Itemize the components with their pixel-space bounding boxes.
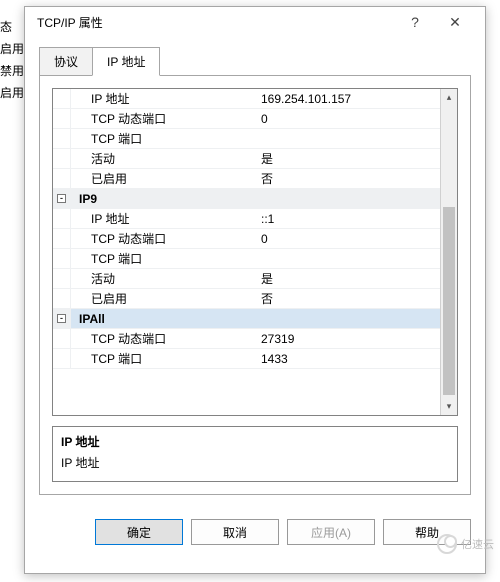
row-label: 已启用: [71, 169, 257, 188]
row-label: TCP 端口: [71, 249, 257, 268]
close-button[interactable]: ✕: [435, 14, 475, 31]
dialog-button-row: 确定 取消 应用(A) 帮助: [25, 507, 485, 545]
bg-line: 态: [0, 16, 24, 38]
scroll-down-button[interactable]: ▾: [441, 398, 457, 415]
row-value: [257, 309, 440, 328]
row-value[interactable]: 是: [257, 149, 440, 168]
row-label: TCP 动态端口: [71, 329, 257, 348]
row-gutter: [53, 249, 71, 268]
row-label: TCP 端口: [71, 349, 257, 368]
scroll-up-button[interactable]: ▴: [441, 89, 457, 106]
bg-line: 启用: [0, 38, 24, 60]
row-label: IP9: [71, 189, 257, 208]
description-box: IP 地址 IP 地址: [52, 426, 458, 482]
grid-row[interactable]: 活动是: [53, 269, 440, 289]
row-gutter: [53, 329, 71, 348]
grid-row[interactable]: 活动是: [53, 149, 440, 169]
bg-line: 启用: [0, 82, 24, 104]
grid-row[interactable]: IP 地址::1: [53, 209, 440, 229]
grid-row[interactable]: 已启用否: [53, 169, 440, 189]
bg-line: 禁用: [0, 60, 24, 82]
description-body: IP 地址: [61, 454, 449, 471]
row-value[interactable]: ::1: [257, 209, 440, 228]
description-title: IP 地址: [61, 433, 449, 450]
row-value[interactable]: [257, 129, 440, 148]
row-label: 活动: [71, 149, 257, 168]
row-label: TCP 动态端口: [71, 109, 257, 128]
grid-row[interactable]: IP 地址169.254.101.157: [53, 89, 440, 109]
row-value[interactable]: 27319: [257, 329, 440, 348]
row-gutter: [53, 129, 71, 148]
row-gutter: -: [53, 309, 71, 328]
row-gutter: -: [53, 189, 71, 208]
grid-section-header[interactable]: -IP9: [53, 189, 440, 209]
row-label: TCP 动态端口: [71, 229, 257, 248]
row-gutter: [53, 149, 71, 168]
row-gutter: [53, 229, 71, 248]
collapse-icon[interactable]: -: [57, 314, 66, 323]
vertical-scrollbar[interactable]: ▴ ▾: [440, 89, 457, 415]
row-value[interactable]: 0: [257, 109, 440, 128]
row-value[interactable]: 1433: [257, 349, 440, 368]
grid-row[interactable]: TCP 端口: [53, 129, 440, 149]
row-gutter: [53, 349, 71, 368]
tab-protocol[interactable]: 协议: [39, 47, 93, 76]
grid-row[interactable]: TCP 动态端口0: [53, 109, 440, 129]
tab-panel: IP 地址169.254.101.157TCP 动态端口0TCP 端口活动是已启…: [39, 75, 471, 495]
tab-ip-address[interactable]: IP 地址: [92, 47, 160, 76]
row-gutter: [53, 269, 71, 288]
row-value[interactable]: 否: [257, 289, 440, 308]
property-grid[interactable]: IP 地址169.254.101.157TCP 动态端口0TCP 端口活动是已启…: [52, 88, 458, 416]
row-label: TCP 端口: [71, 129, 257, 148]
row-value[interactable]: [257, 249, 440, 268]
row-label: IP 地址: [71, 89, 257, 108]
grid-row[interactable]: TCP 动态端口0: [53, 229, 440, 249]
row-label: IPAll: [71, 309, 257, 328]
row-gutter: [53, 209, 71, 228]
apply-button[interactable]: 应用(A): [287, 519, 375, 545]
grid-row[interactable]: TCP 端口1433: [53, 349, 440, 369]
row-value[interactable]: 169.254.101.157: [257, 89, 440, 108]
row-gutter: [53, 289, 71, 308]
grid-row[interactable]: TCP 端口: [53, 249, 440, 269]
grid-row[interactable]: TCP 动态端口27319: [53, 329, 440, 349]
row-value[interactable]: 0: [257, 229, 440, 248]
collapse-icon[interactable]: -: [57, 194, 66, 203]
background-sidebar: 态 启用 禁用 启用: [0, 16, 24, 104]
grid-row[interactable]: 已启用否: [53, 289, 440, 309]
context-help-button[interactable]: 帮助: [383, 519, 471, 545]
row-label: IP 地址: [71, 209, 257, 228]
ok-button[interactable]: 确定: [95, 519, 183, 545]
row-value[interactable]: 否: [257, 169, 440, 188]
scroll-thumb[interactable]: [443, 207, 455, 395]
row-value: [257, 189, 440, 208]
row-label: 活动: [71, 269, 257, 288]
row-gutter: [53, 109, 71, 128]
row-gutter: [53, 169, 71, 188]
titlebar[interactable]: TCP/IP 属性 ? ✕: [25, 7, 485, 37]
help-button[interactable]: ?: [395, 14, 435, 30]
dialog-client-area: 协议 IP 地址 IP 地址169.254.101.157TCP 动态端口0TC…: [25, 37, 485, 507]
cancel-button[interactable]: 取消: [191, 519, 279, 545]
grid-section-header[interactable]: -IPAll: [53, 309, 440, 329]
dialog-title: TCP/IP 属性: [37, 14, 395, 31]
row-gutter: [53, 89, 71, 108]
tab-strip: 协议 IP 地址: [39, 47, 471, 76]
row-label: 已启用: [71, 289, 257, 308]
row-value[interactable]: 是: [257, 269, 440, 288]
tcpip-properties-dialog: TCP/IP 属性 ? ✕ 协议 IP 地址 IP 地址169.254.101.…: [24, 6, 486, 574]
